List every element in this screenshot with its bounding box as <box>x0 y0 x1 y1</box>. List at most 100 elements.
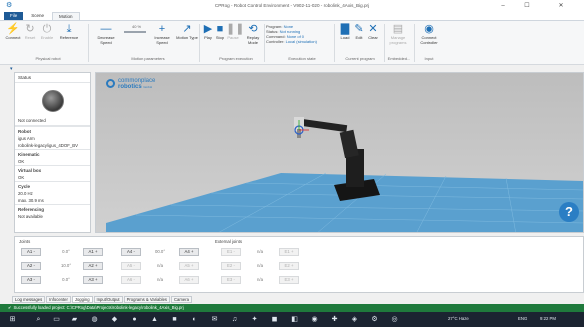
tab-file[interactable]: File <box>4 12 24 20</box>
clock[interactable]: 9:22 PM <box>540 316 556 321</box>
stop-button[interactable]: ■ Stop <box>214 23 226 41</box>
search-icon[interactable]: ⌕ <box>34 315 43 324</box>
a3-plus-button[interactable]: A3 + <box>83 276 103 284</box>
app-icon-5[interactable]: ◐ <box>190 315 199 324</box>
controller-label: Controller: <box>266 39 285 44</box>
separator <box>199 24 200 62</box>
execution-state: Program: None Status: Not running Comman… <box>266 24 317 44</box>
a6-plus-button[interactable]: A6 + <box>179 276 199 284</box>
tab-programs-variables[interactable]: Programs & Variables <box>123 296 171 303</box>
check-icon: ✔ <box>8 305 12 310</box>
a5-minus-button[interactable]: A5 - <box>121 262 141 270</box>
a2-plus-button[interactable]: A2 + <box>83 262 103 270</box>
e3-minus-button[interactable]: E3 - <box>221 276 241 284</box>
group-current-program: Current program <box>345 56 375 61</box>
app-icon-12[interactable]: ✚ <box>330 315 339 324</box>
edit-label: Edit <box>355 35 363 40</box>
kinematic-value: OK <box>18 159 25 164</box>
a1-minus-button[interactable]: A1 - <box>21 248 41 256</box>
play-button[interactable]: ▶ Play <box>202 23 214 41</box>
robot-heading: Robot <box>15 126 90 135</box>
speed-slider[interactable] <box>124 31 146 33</box>
decrease-speed-label: Decrease Speed <box>97 35 115 45</box>
collapse-ribbon-icon[interactable]: ▾ <box>10 66 13 72</box>
status-panel: Status Not connected Robot igus Arm robo… <box>14 72 91 233</box>
decrease-speed-button[interactable]: — Decrease Speed <box>92 23 120 45</box>
app-icon-11[interactable]: ◉ <box>310 315 319 324</box>
tab-scene[interactable]: Scene <box>25 12 50 20</box>
app-icon-4[interactable]: ■ <box>170 315 179 324</box>
controller-value: Local (simulation) <box>285 39 317 44</box>
reference-icon: ⤓ <box>66 23 72 35</box>
browser-icon[interactable]: ◍ <box>90 315 99 324</box>
tab-jogging[interactable]: Jogging <box>71 296 93 303</box>
maximize-button[interactable]: ☐ <box>516 0 538 12</box>
app-icon-8[interactable]: ✦ <box>250 315 259 324</box>
reset-button[interactable]: ↻ Reset <box>22 23 38 41</box>
app-icon-15[interactable]: ◎ <box>390 315 399 324</box>
reference-button[interactable]: ⤓ Reference <box>56 23 82 41</box>
file-explorer-icon[interactable]: ▰ <box>70 315 79 324</box>
ribbon: ⚡ Connect ↻ Reset ⏻ Enable ⤓ Reference Physi… <box>0 21 584 65</box>
joints-label: Joints <box>19 239 31 244</box>
a4-minus-button[interactable]: A4 - <box>121 248 141 256</box>
e1-minus-button[interactable]: E1 - <box>221 248 241 256</box>
robot-name: igus Arm <box>18 136 35 141</box>
tab-infocenter[interactable]: Infocenter <box>46 296 71 303</box>
weather-widget[interactable]: 27°C Haze <box>448 316 469 321</box>
a1-plus-button[interactable]: A1 + <box>83 248 103 256</box>
connect-controller-button[interactable]: ◉ Connect Controller <box>416 23 442 45</box>
minimize-button[interactable]: – <box>492 0 514 12</box>
language-indicator[interactable]: ENG <box>518 316 527 321</box>
a3-value: 0.0° <box>62 277 70 282</box>
e2-minus-button[interactable]: E2 - <box>221 262 241 270</box>
tab-input-output[interactable]: Input/Output <box>93 296 123 303</box>
a3-minus-button[interactable]: A3 - <box>21 276 41 284</box>
separator <box>88 24 89 62</box>
app-icon-1[interactable]: ◆ <box>110 315 119 324</box>
app-icon-2[interactable]: ● <box>130 315 139 324</box>
tab-log-messages[interactable]: Log messages <box>12 296 46 303</box>
manage-programs-button[interactable]: ▤ Manage programs <box>386 23 410 45</box>
connect-button[interactable]: ⚡ Connect <box>4 23 22 41</box>
help-button[interactable]: ? <box>559 202 579 222</box>
scene-svg <box>106 117 583 232</box>
windows-start-icon[interactable]: ⊞ <box>8 315 17 324</box>
task-view-icon[interactable]: ▭ <box>52 315 61 324</box>
tab-motion[interactable]: Motion <box>52 12 80 20</box>
tab-camera[interactable]: Camera <box>171 296 192 303</box>
cycle-frequency: 20.0 Hz <box>18 191 33 196</box>
motion-type-button[interactable]: ↗ Motion Type <box>176 23 198 41</box>
bottom-tabs: Log messages Infocenter Jogging Input/Ou… <box>12 296 193 303</box>
app-icon-14[interactable]: ⚙ <box>370 315 379 324</box>
enable-button[interactable]: ⏻ Enable <box>38 23 56 41</box>
load-button[interactable]: ▇ Load <box>338 23 352 41</box>
e3-plus-button[interactable]: E3 + <box>279 276 299 284</box>
a2-minus-button[interactable]: A2 - <box>21 262 41 270</box>
a6-minus-button[interactable]: A6 - <box>121 276 141 284</box>
3d-viewport[interactable]: commonplace robotics GmbH ? <box>95 72 584 233</box>
app-icon-3[interactable]: ▲ <box>150 315 159 324</box>
pause-button[interactable]: ❚❚ Pause <box>226 23 244 41</box>
e1-plus-button[interactable]: E1 + <box>279 248 299 256</box>
app-icon-10[interactable]: ◧ <box>290 315 299 324</box>
edit-button[interactable]: ✎ Edit <box>352 23 366 41</box>
reset-icon: ↻ <box>25 23 35 35</box>
load-label: Load <box>340 35 350 40</box>
app-icon-6[interactable]: ✉ <box>210 315 219 324</box>
app-icon-7[interactable]: ♫ <box>230 315 239 324</box>
a2-value: 10.0° <box>60 263 72 268</box>
app-icon-13[interactable]: ◈ <box>350 315 359 324</box>
group-program-execution: Program execution <box>219 56 253 61</box>
a5-plus-button[interactable]: A5 + <box>179 262 199 270</box>
a4-plus-button[interactable]: A4 + <box>179 248 199 256</box>
replay-mode-button[interactable]: ⟲ Replay Mode <box>242 23 264 45</box>
app-icon-9[interactable]: ◼ <box>270 315 279 324</box>
clear-button[interactable]: ✕ Clear <box>366 23 380 41</box>
clear-icon: ✕ <box>368 23 378 35</box>
connect-label: Connect <box>5 35 21 40</box>
increase-speed-button[interactable]: + Increase Speed <box>148 23 176 45</box>
e2-plus-button[interactable]: E2 + <box>279 262 299 270</box>
external-joints-label: External joints <box>215 239 242 244</box>
close-button[interactable]: ✕ <box>550 0 572 12</box>
